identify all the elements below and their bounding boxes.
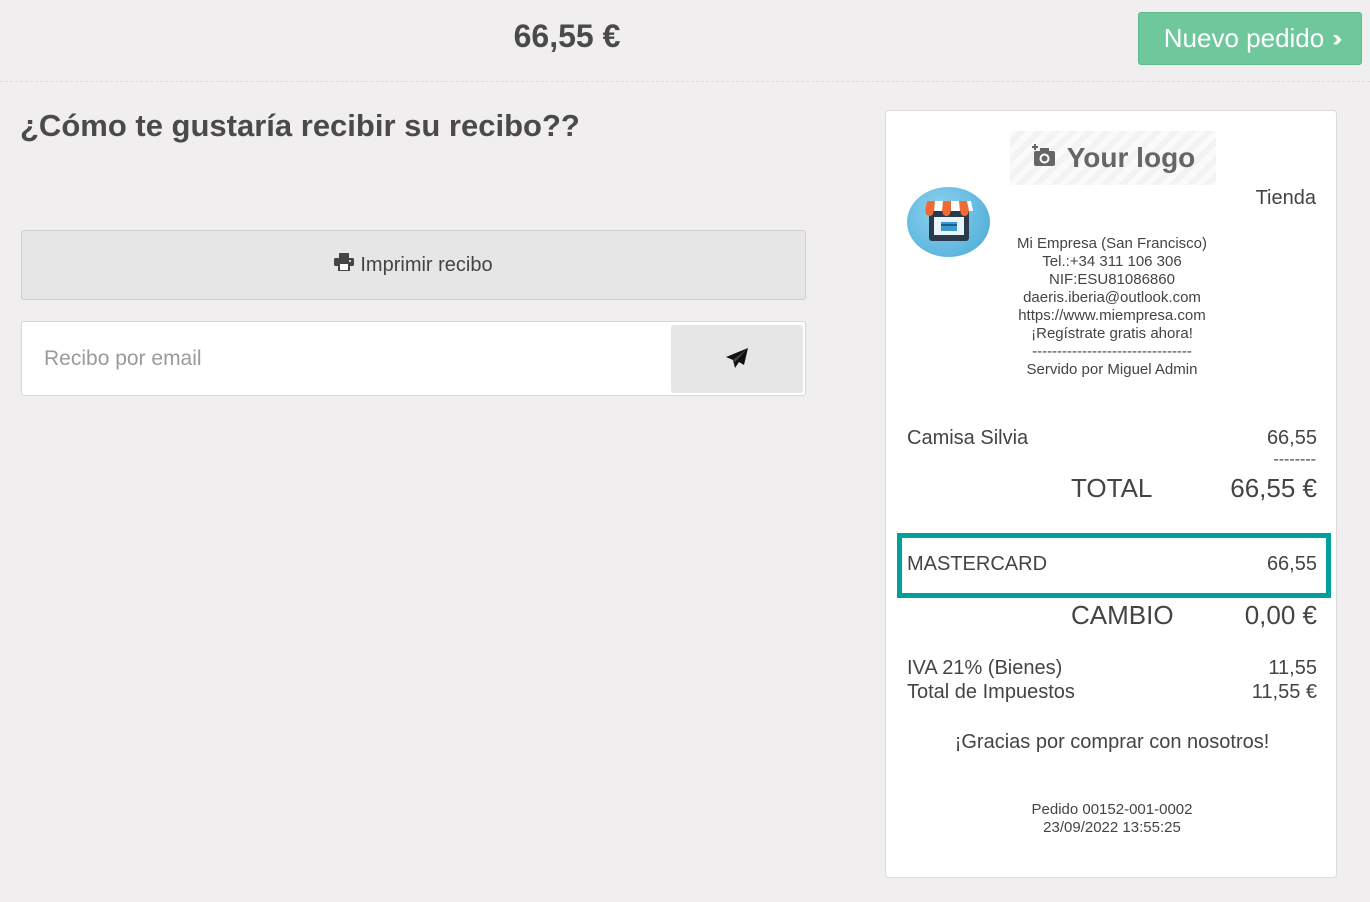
top-bar: 66,55 € Nuevo pedido ›› <box>0 0 1370 82</box>
total-value: 66,55 € <box>1230 473 1317 503</box>
company-phone: Tel.:+34 311 106 306 <box>1042 253 1182 270</box>
new-order-button[interactable]: Nuevo pedido ›› <box>1138 12 1362 65</box>
payment-amount: 66,55 <box>1266 553 1317 575</box>
order-number: Pedido 00152-001-0002 <box>1031 801 1193 818</box>
order-info: Pedido 00152-001-0002 23/09/2022 13:55:2… <box>886 801 1338 837</box>
tax-line-value: 11,55 <box>1268 657 1317 679</box>
company-email: daeris.iberia@outlook.com <box>1023 289 1201 306</box>
shop-name: Tienda <box>1255 187 1316 209</box>
company-name: Mi Empresa (San Francisco) <box>1016 235 1208 252</box>
served-by: Servido por Miguel Admin <box>1026 361 1198 378</box>
logo-placeholder: Your logo <box>1010 131 1216 185</box>
email-receipt-row <box>21 321 806 396</box>
line-item-name: Camisa Silvia <box>907 427 1029 449</box>
double-chevron-right-icon: ›› <box>1332 24 1342 52</box>
payment-line: MASTERCARD 66,55 <box>907 553 1317 576</box>
send-email-button[interactable] <box>671 325 803 393</box>
tax-line: IVA 21% (Bienes) 11,55 <box>907 656 1317 680</box>
line-item-price: 66,55 <box>1266 427 1317 449</box>
order-datetime: 23/09/2022 13:55:25 <box>1043 819 1181 836</box>
print-receipt-label: Imprimir recibo <box>360 253 493 276</box>
print-receipt-button[interactable]: Imprimir recibo <box>21 230 806 300</box>
tax-total-value: 11,55 € <box>1251 681 1317 703</box>
change-value: 0,00 € <box>1244 600 1317 630</box>
company-website: https://www.miempresa.com <box>1018 307 1206 324</box>
receipt-preview: Your logo Tienda Mi Empresa (San Francis… <box>885 110 1337 878</box>
total-row: TOTAL 66,55 € <box>1071 473 1317 504</box>
tax-line-label: IVA 21% (Bienes) <box>907 657 1063 679</box>
email-receipt-input[interactable] <box>22 322 670 395</box>
order-amount: 66,55 € <box>513 18 621 54</box>
company-signup: ¡Regístrate gratis ahora! <box>1031 325 1193 342</box>
change-label: CAMBIO <box>1071 600 1174 630</box>
tax-total: Total de Impuestos 11,55 € <box>907 680 1317 704</box>
tax-total-label: Total de Impuestos <box>907 681 1075 703</box>
total-separator: -------- <box>1273 451 1316 468</box>
thanks-message: ¡Gracias por comprar con nosotros! <box>954 731 1270 753</box>
line-item: Camisa Silvia 66,55 <box>907 427 1317 450</box>
company-info: Mi Empresa (San Francisco) Tel.:+34 311 … <box>996 235 1228 379</box>
change-row: CAMBIO 0,00 € <box>1071 600 1317 631</box>
camera-plus-icon <box>1031 143 1057 173</box>
logo-text: Your logo <box>1066 142 1196 173</box>
printer-icon <box>334 253 355 277</box>
company-nif: NIF:ESU81086860 <box>1049 271 1175 288</box>
total-label: TOTAL <box>1071 473 1153 503</box>
paper-plane-icon <box>725 347 749 372</box>
store-avatar <box>907 187 990 257</box>
new-order-label: Nuevo pedido <box>1163 23 1325 53</box>
company-separator: -------------------------------- <box>1032 343 1192 360</box>
receipt-question: ¿Cómo te gustaría recibir su recibo?? <box>20 108 580 143</box>
payment-method: MASTERCARD <box>907 553 1048 575</box>
